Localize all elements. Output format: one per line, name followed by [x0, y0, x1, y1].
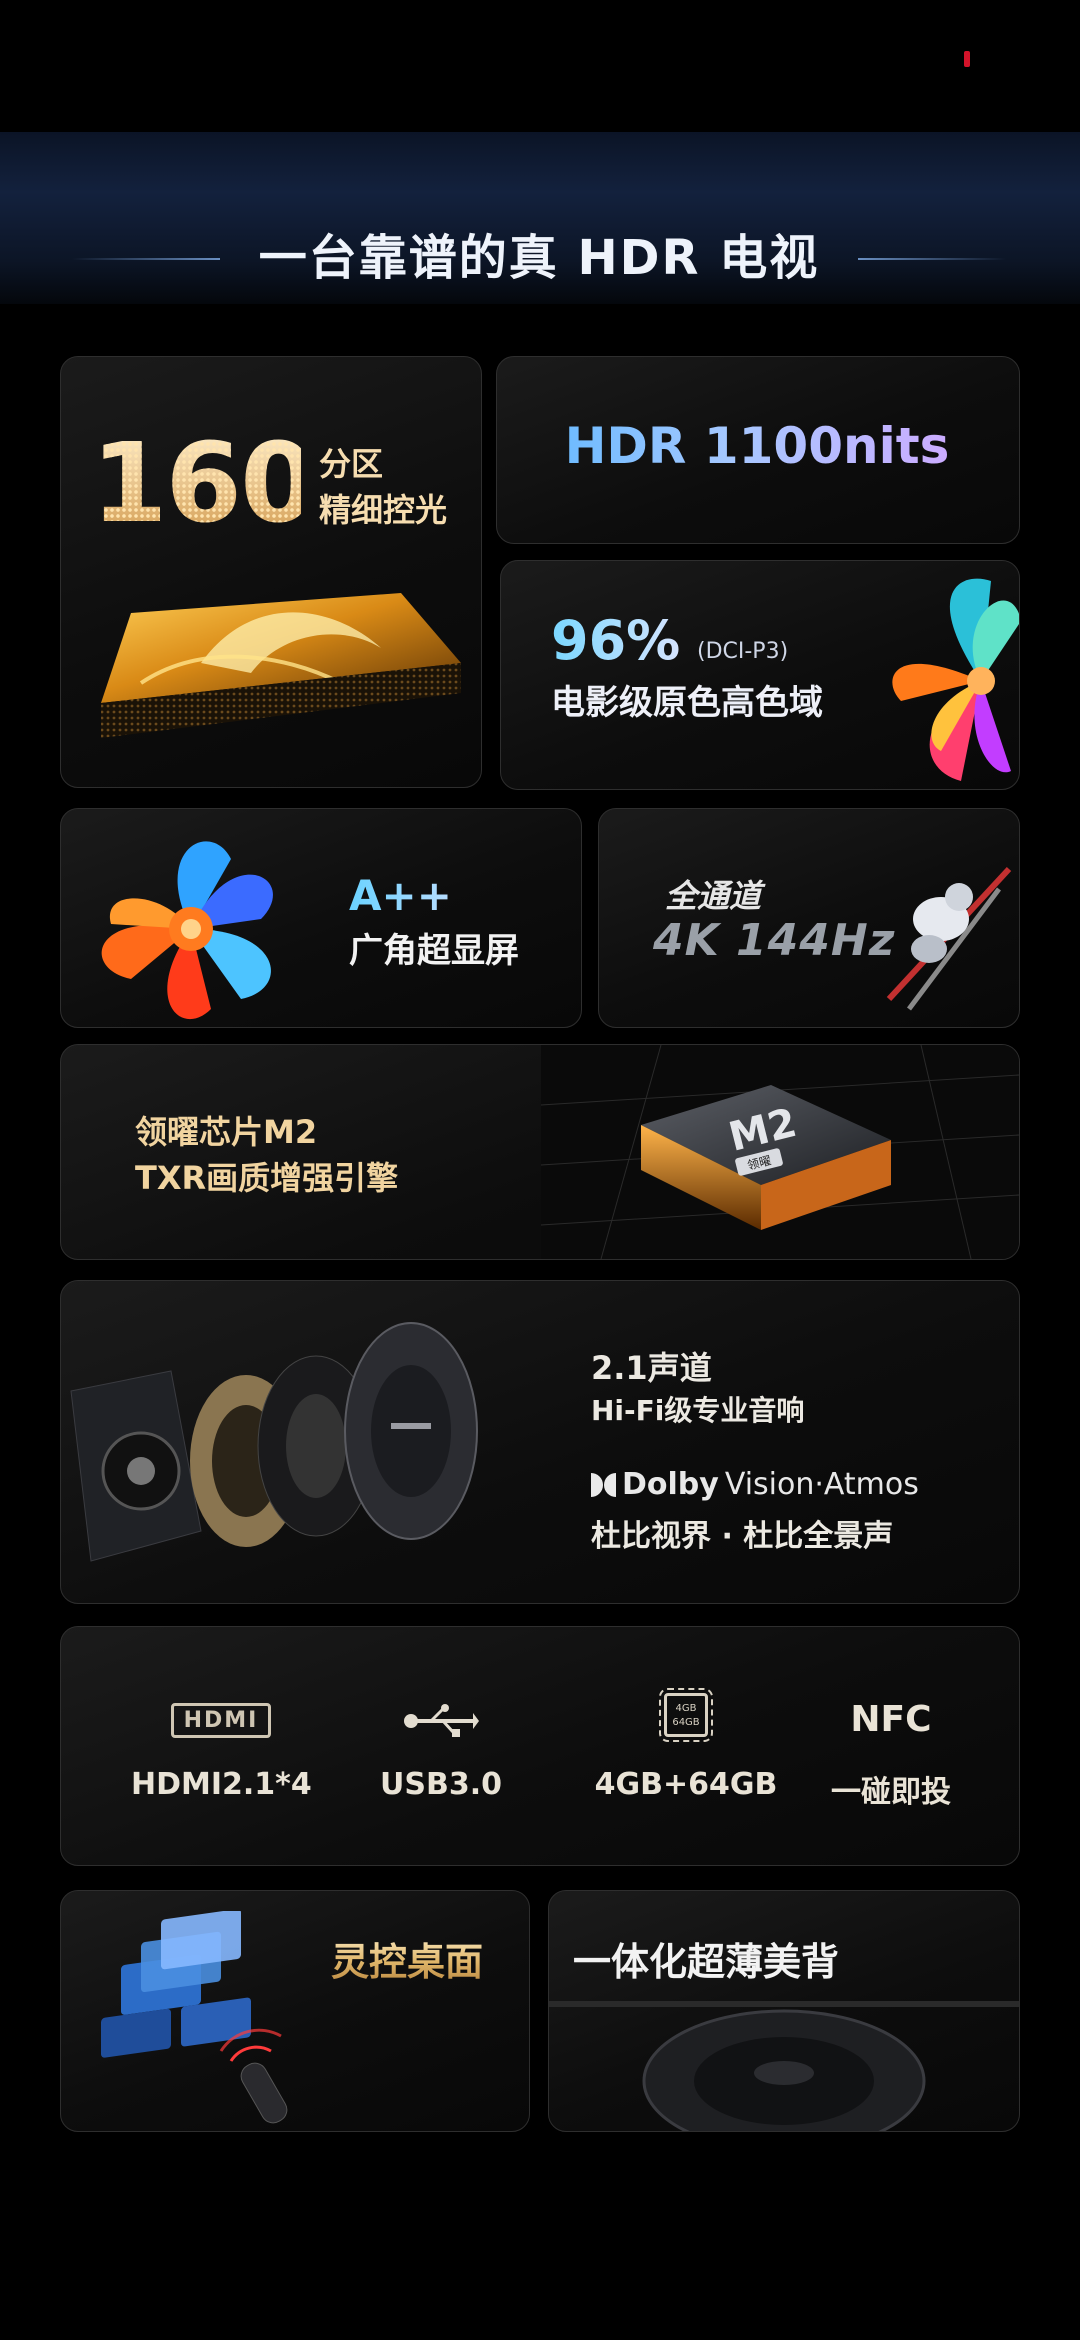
status-indicator: [964, 51, 970, 67]
slim-back-card: 一体化超薄美背: [548, 1890, 1020, 2132]
banner-divider-right: [858, 258, 1006, 260]
gamut-percent: 96%: [551, 609, 681, 672]
page-title: 一台靠谱的真 HDR 电视: [258, 230, 820, 286]
tv-back-speaker-image: [549, 2001, 1019, 2131]
dimming-zone-count: 160: [91, 419, 315, 547]
dimming-line2: 精细控光: [319, 491, 448, 529]
hdmi-icon: HDMI: [170, 1703, 272, 1738]
refresh-rate-card: 全通道 4K 144Hz: [598, 808, 1020, 1028]
nfc-icon: NFC: [850, 1699, 932, 1740]
banner-divider-left: [72, 258, 220, 260]
local-dimming-card: 160 分区 精细控光: [60, 356, 482, 788]
dolby-double-d-icon: [591, 1472, 616, 1497]
refresh-line2: 4K 144Hz: [653, 915, 896, 966]
dolby-suffix: Vision·Atmos: [724, 1467, 919, 1502]
ports-card: HDMI HDMI2.1*4 USB3.0 4GB 64GB 4GB+64GB …: [60, 1626, 1020, 1866]
chip-engine: TXR画质增强引擎: [135, 1159, 399, 1197]
m2-chip-image: M2 领曜: [541, 1045, 1019, 1259]
wide-angle-screen-card: A++ 广角超显屏: [60, 808, 582, 1028]
port-memory-icon-wrap: 4GB 64GB: [641, 1688, 731, 1742]
chip-card: 领曜芯片M2 TXR画质增强引擎 M2 领曜: [60, 1044, 1020, 1260]
golden-wave-panel-image: [101, 593, 461, 738]
dolby-chinese: 杜比视界 · 杜比全景声: [591, 1519, 894, 1554]
color-gamut-card: 96% (DCI-P3) 电影级原色高色域: [500, 560, 1020, 790]
sound-card: 2.1声道 Hi-Fi级专业音响 Dolby Vision·Atmos 杜比视界…: [60, 1280, 1020, 1604]
slim-back-title: 一体化超薄美背: [573, 1940, 840, 1984]
dimming-line1: 分区: [319, 445, 384, 483]
sound-channel: 2.1声道: [591, 1349, 712, 1387]
refresh-line1: 全通道: [665, 877, 762, 915]
smart-desktop-card: 灵控桌面: [60, 1890, 530, 2132]
hdr-card: HDR 1100nits: [496, 356, 1020, 544]
port-hdmi-label: HDMI2.1*4: [131, 1767, 312, 1802]
port-nfc-label: 一碰即投: [831, 1775, 951, 1810]
gamut-subtitle: 电影级原色高色域: [551, 683, 823, 723]
skier-image: [886, 866, 1012, 1011]
port-memory-label: 4GB+64GB: [594, 1767, 778, 1802]
orange-flower-image: [101, 841, 273, 1020]
screen-subtitle: 广角超显屏: [349, 931, 519, 971]
speaker-components-image: [70, 1322, 478, 1562]
ui-cards-remote-image: [101, 1911, 288, 2124]
memory-chip-icon: 4GB 64GB: [659, 1688, 713, 1742]
colorful-flower-image: [892, 578, 1019, 781]
dolby-logo: Dolby Vision·Atmos: [591, 1467, 919, 1502]
gamut-standard: (DCI-P3): [697, 639, 789, 664]
dolby-brand: Dolby: [622, 1467, 719, 1502]
hdr-brightness: HDR 1100nits: [497, 417, 1017, 475]
screen-grade: A++: [349, 871, 452, 920]
port-usb-icon-wrap: [401, 1703, 481, 1743]
smart-desktop-title: 灵控桌面: [331, 1931, 483, 1986]
port-hdmi-icon-wrap: HDMI: [159, 1703, 283, 1738]
port-usb-label: USB3.0: [380, 1767, 502, 1802]
sound-hifi: Hi-Fi级专业音响: [591, 1394, 805, 1427]
usb-icon: [404, 1704, 479, 1737]
chip-name: 领曜芯片M2: [135, 1113, 318, 1151]
